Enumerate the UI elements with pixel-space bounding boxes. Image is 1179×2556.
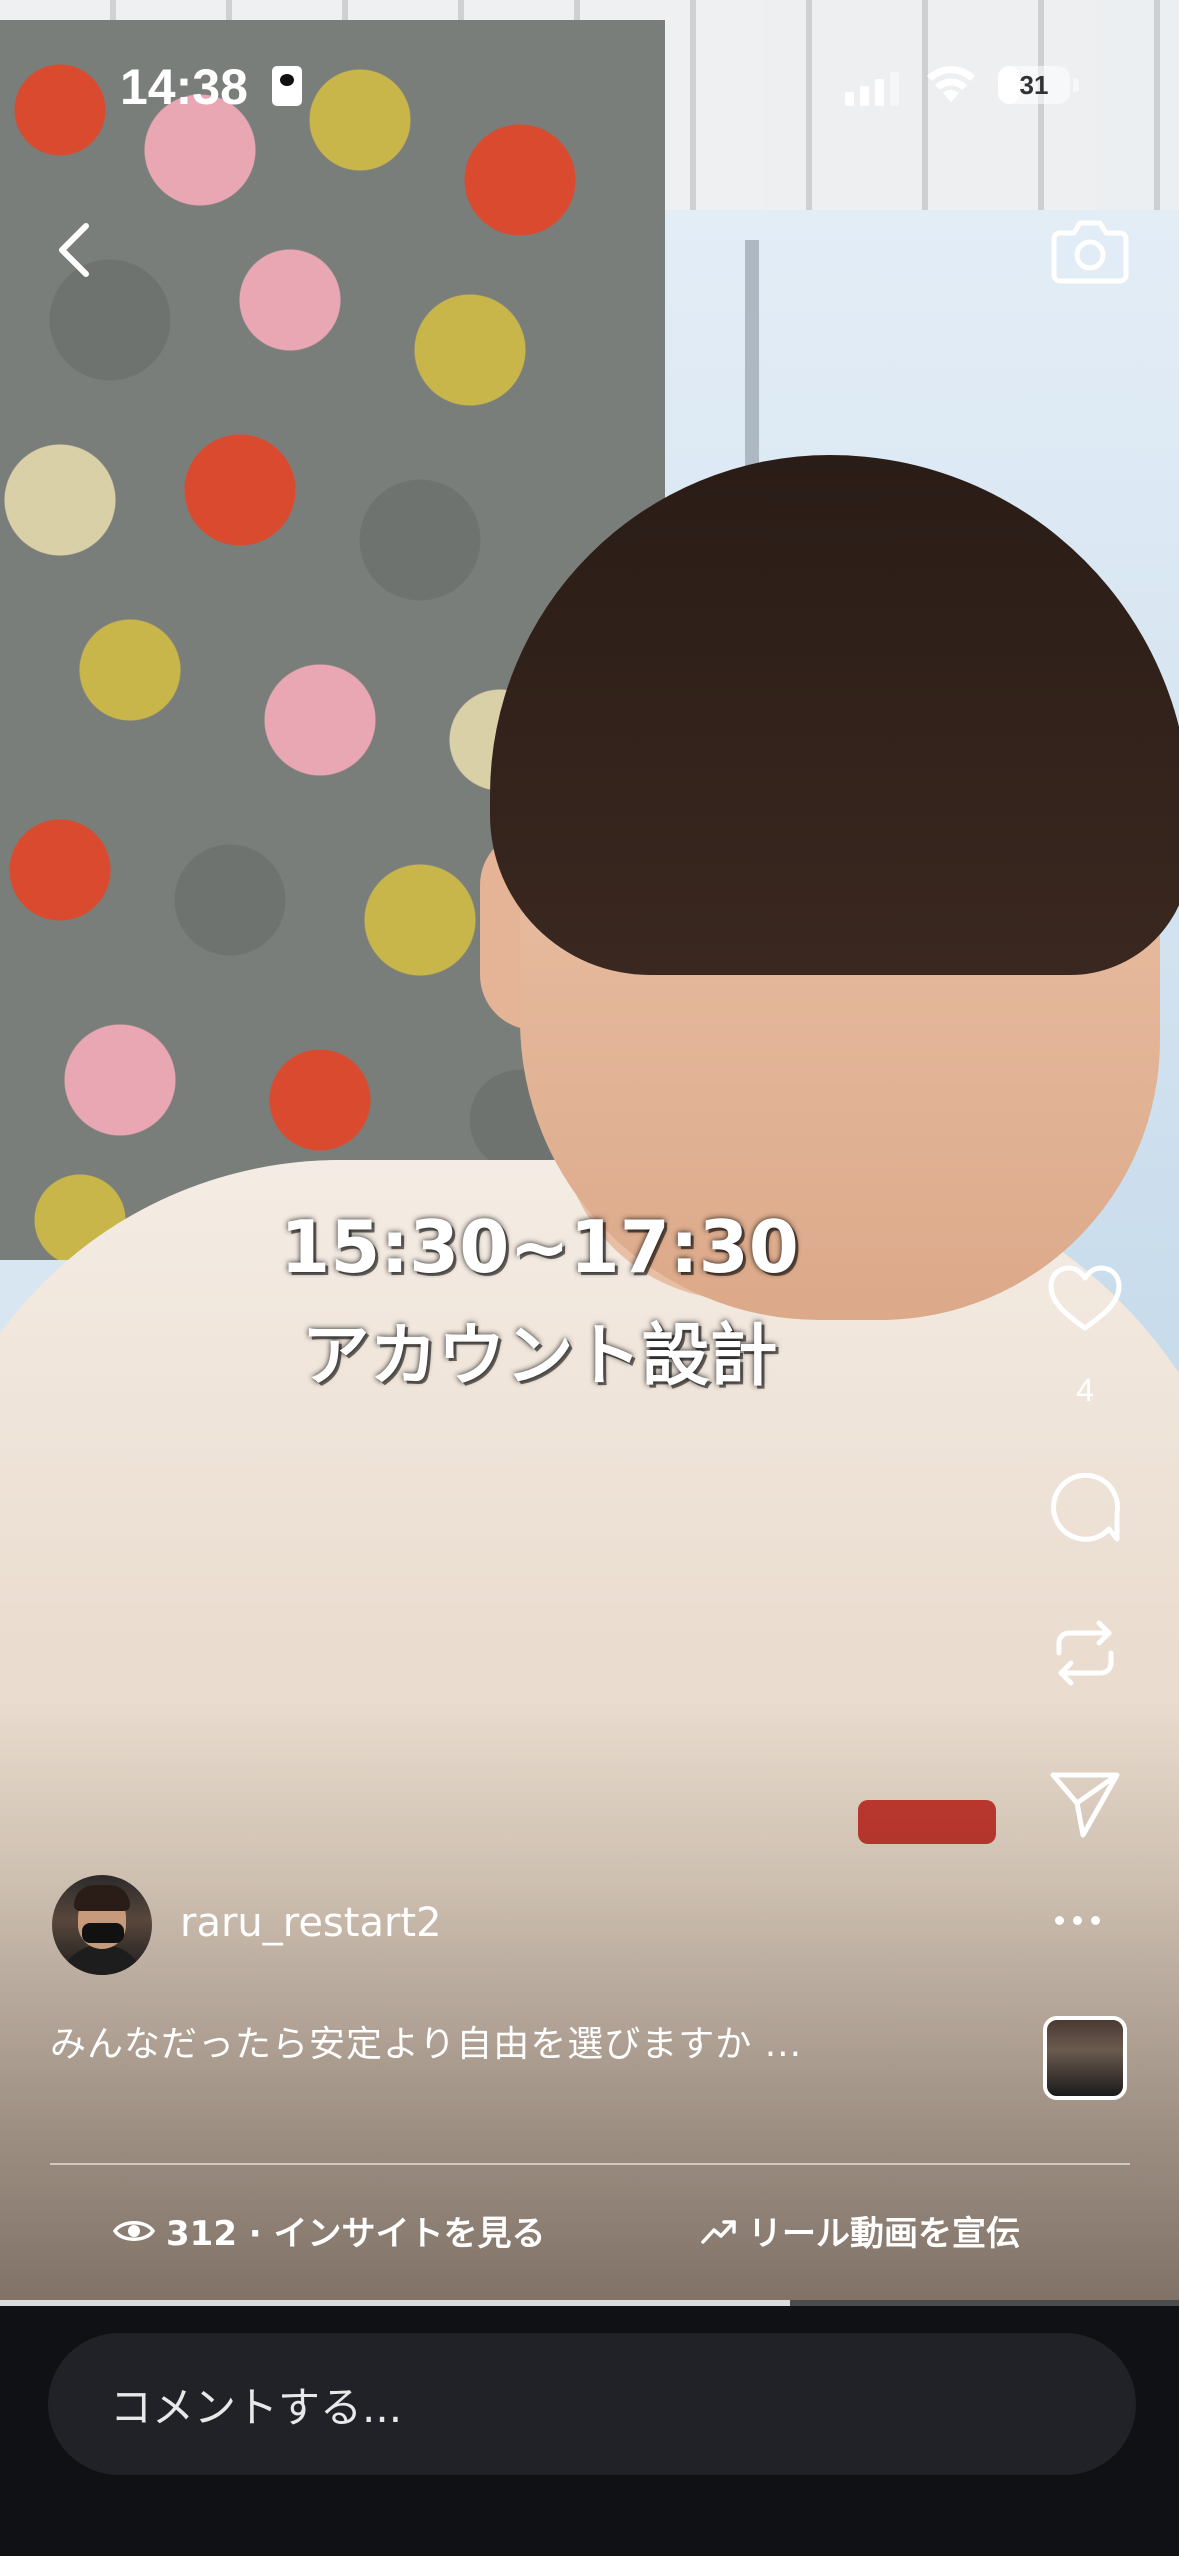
battery-indicator: 31 xyxy=(998,66,1070,104)
username[interactable]: raru_restart2 xyxy=(180,1900,442,1946)
paper-plane-icon[interactable] xyxy=(1045,1763,1125,1843)
divider xyxy=(50,2163,1130,2165)
like-count[interactable]: 4 xyxy=(1045,1372,1125,1409)
chevron-left-icon[interactable] xyxy=(40,210,110,290)
promote-button[interactable]: リール動画を宣伝 xyxy=(700,2206,1020,2255)
more-horizontal-icon[interactable] xyxy=(1055,1905,1115,1935)
reel-video[interactable] xyxy=(0,0,1179,2300)
comment-bubble-icon[interactable] xyxy=(1045,1473,1125,1553)
comment-input[interactable]: コメントする... xyxy=(48,2333,1136,2475)
status-time: 14:38 xyxy=(120,59,248,115)
camera-icon[interactable] xyxy=(1050,215,1130,285)
battery-fill xyxy=(998,66,1021,104)
promote-label: リール動画を宣伝 xyxy=(748,2214,1020,2254)
cellular-signal-icon xyxy=(845,72,899,106)
trending-up-icon xyxy=(701,2219,736,2244)
battery-label: 31 xyxy=(1019,69,1049,100)
battery-tip xyxy=(1073,78,1079,92)
avatar[interactable] xyxy=(52,1875,152,1975)
audio-thumbnail[interactable] xyxy=(1043,2016,1127,2100)
video-overlay-time: 15:30~17:30 xyxy=(280,1205,799,1289)
repost-icon[interactable] xyxy=(1045,1613,1125,1693)
insights-button[interactable]: 312 · インサイトを見る xyxy=(112,2206,546,2255)
contact-card-icon xyxy=(272,66,302,106)
eye-icon xyxy=(112,2220,156,2241)
heart-icon[interactable] xyxy=(1045,1260,1125,1340)
post-caption[interactable]: みんなだったら安定より自由を選びますか ... xyxy=(50,2015,802,2067)
video-overlay-title: アカウント設計 xyxy=(301,1317,778,1396)
insights-label: 312 · インサイトを見る xyxy=(166,2214,546,2254)
wifi-icon xyxy=(927,66,975,102)
